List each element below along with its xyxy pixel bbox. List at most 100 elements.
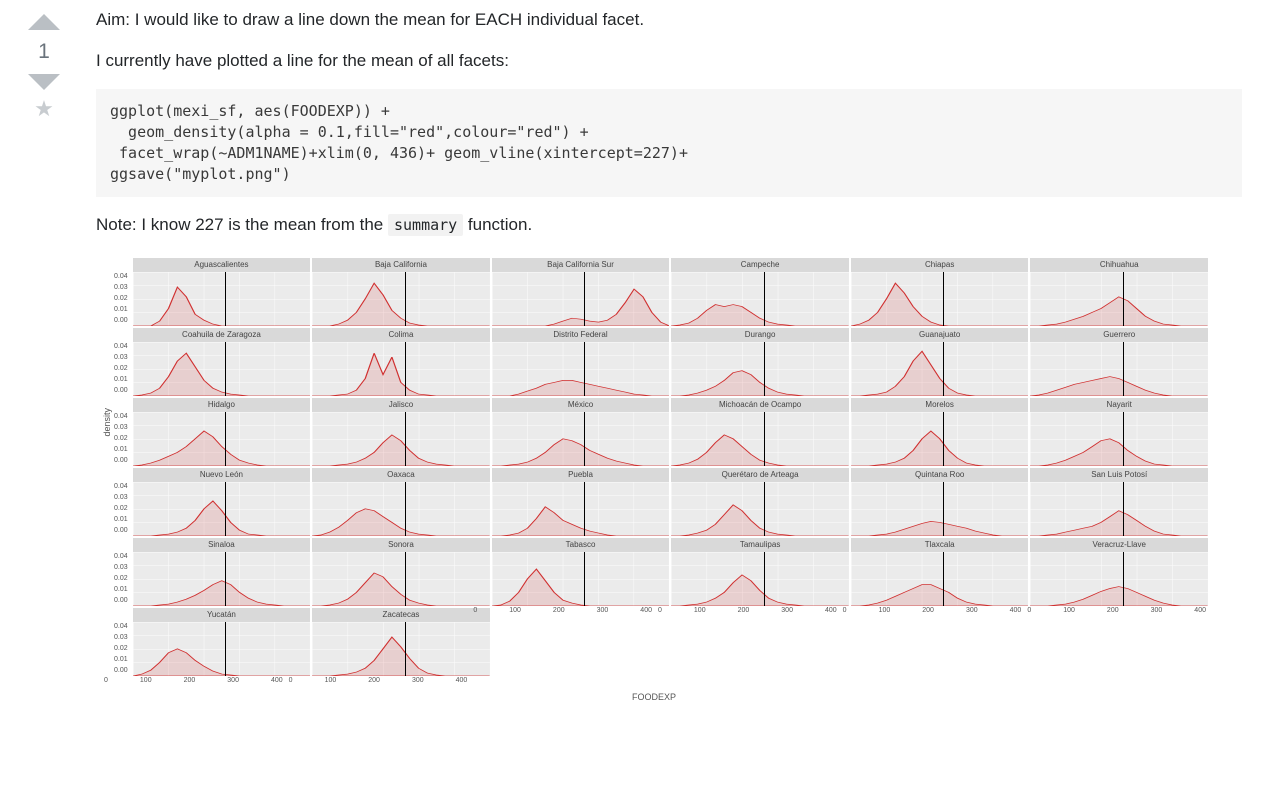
- facet-plot-image: density 0.040.030.020.010.00Aguascalient…: [96, 254, 1216, 706]
- mean-vline: [943, 412, 944, 466]
- x-ticks: 0100200300400: [656, 607, 839, 614]
- mean-vline: [943, 342, 944, 396]
- post-layout: 1 ★ Aim: I would like to draw a line dow…: [0, 0, 1280, 706]
- facet-title: Baja California: [312, 258, 490, 272]
- facet-title: Coahuila de Zaragoza: [133, 328, 311, 342]
- mean-vline: [764, 342, 765, 396]
- mean-vline: [584, 412, 585, 466]
- facet-title: Sonora: [312, 538, 490, 552]
- facet-panel: Baja California Sur: [492, 258, 670, 326]
- facet-title: San Luis Potosí: [1030, 468, 1208, 482]
- mean-vline: [584, 482, 585, 536]
- facet-title: Nayarit: [1030, 398, 1208, 412]
- x-ticks: 0100200300400: [841, 607, 1024, 614]
- facet-panel: Tabasco: [492, 538, 670, 606]
- x-axis-label: FOODEXP: [100, 692, 1208, 702]
- mean-vline: [584, 272, 585, 326]
- facet-title: Sinaloa: [133, 538, 311, 552]
- mean-vline: [1123, 552, 1124, 606]
- mean-vline: [225, 622, 226, 676]
- facet-panel: Quintana Roo: [851, 468, 1029, 536]
- note-prefix: Note: I know 227 is the mean from the: [96, 215, 388, 234]
- facet-panel: Distrito Federal: [492, 328, 670, 396]
- y-ticks: 0.040.030.020.010.00: [114, 398, 131, 466]
- mean-vline: [405, 342, 406, 396]
- facet-panel: Sonora: [312, 538, 490, 606]
- facet-panel: Guerrero: [1030, 328, 1208, 396]
- facet-panel: Hidalgo: [133, 398, 311, 466]
- downvote-button[interactable]: [28, 74, 60, 90]
- facet-panel: Michoacán de Ocampo: [671, 398, 849, 466]
- facet-title: Durango: [671, 328, 849, 342]
- facet-title: Chihuahua: [1030, 258, 1208, 272]
- facet-title: Puebla: [492, 468, 670, 482]
- y-ticks: 0.040.030.020.010.00: [114, 258, 131, 326]
- facet-panel: México: [492, 398, 670, 466]
- facet-title: Distrito Federal: [492, 328, 670, 342]
- facet-title: México: [492, 398, 670, 412]
- facet-panel: Yucatán: [133, 608, 311, 676]
- facet-panel: Oaxaca: [312, 468, 490, 536]
- intro-text: I currently have plotted a line for the …: [96, 49, 1242, 74]
- facet-panel: Nuevo León: [133, 468, 311, 536]
- facet-title: Guerrero: [1030, 328, 1208, 342]
- facet-title: Veracruz-Llave: [1030, 538, 1208, 552]
- note-suffix: function.: [463, 215, 532, 234]
- favorite-button[interactable]: ★: [34, 98, 54, 120]
- mean-vline: [225, 482, 226, 536]
- y-ticks: 0.040.030.020.010.00: [114, 538, 131, 606]
- facet-title: Guanajuato: [851, 328, 1029, 342]
- facet-title: Querétaro de Arteaga: [671, 468, 849, 482]
- mean-vline: [584, 342, 585, 396]
- facet-title: Tlaxcala: [851, 538, 1029, 552]
- facet-panel: Sinaloa: [133, 538, 311, 606]
- mean-vline: [1123, 482, 1124, 536]
- facet-panel: Baja California: [312, 258, 490, 326]
- facet-title: Quintana Roo: [851, 468, 1029, 482]
- facet-title: Morelos: [851, 398, 1029, 412]
- y-axis-label: density: [100, 406, 114, 439]
- y-ticks: 0.040.030.020.010.00: [114, 328, 131, 396]
- vote-column: 1 ★: [16, 8, 72, 706]
- facet-title: Nuevo León: [133, 468, 311, 482]
- facet-panel: Durango: [671, 328, 849, 396]
- code-block[interactable]: ggplot(mexi_sf, aes(FOODEXP)) + geom_den…: [96, 89, 1242, 197]
- facet-panel: Colima: [312, 328, 490, 396]
- mean-vline: [225, 342, 226, 396]
- y-ticks: 0.040.030.020.010.00: [114, 468, 131, 536]
- mean-vline: [1123, 272, 1124, 326]
- facet-panel: Chiapas: [851, 258, 1029, 326]
- x-ticks: 0100200300400: [287, 677, 470, 684]
- mean-vline: [225, 272, 226, 326]
- mean-vline: [405, 272, 406, 326]
- note-text: Note: I know 227 is the mean from the su…: [96, 213, 1242, 238]
- x-ticks: 0100200300400: [102, 677, 285, 684]
- facet-panel: Jalisco: [312, 398, 490, 466]
- mean-vline: [225, 412, 226, 466]
- mean-vline: [943, 552, 944, 606]
- mean-vline: [764, 482, 765, 536]
- upvote-button[interactable]: [28, 14, 60, 30]
- mean-vline: [584, 552, 585, 606]
- facet-panel: San Luis Potosí: [1030, 468, 1208, 536]
- facet-panel: Nayarit: [1030, 398, 1208, 466]
- mean-vline: [943, 482, 944, 536]
- post-body: Aim: I would like to draw a line down th…: [72, 8, 1242, 706]
- mean-vline: [943, 272, 944, 326]
- facet-panel: Tlaxcala: [851, 538, 1029, 606]
- facet-title: Michoacán de Ocampo: [671, 398, 849, 412]
- facet-title: Tamaulipas: [671, 538, 849, 552]
- facet-panel: Zacatecas: [312, 608, 490, 676]
- vote-count: 1: [38, 38, 50, 66]
- mean-vline: [405, 482, 406, 536]
- mean-vline: [405, 622, 406, 676]
- facet-panel: Chihuahua: [1030, 258, 1208, 326]
- facet-title: Colima: [312, 328, 490, 342]
- summary-code-inline: summary: [388, 214, 463, 236]
- mean-vline: [764, 412, 765, 466]
- x-ticks: 0100200300400: [1025, 607, 1208, 614]
- facet-title: Aguascalientes: [133, 258, 311, 272]
- facet-panel: Puebla: [492, 468, 670, 536]
- facet-title: Chiapas: [851, 258, 1029, 272]
- facet-title: Zacatecas: [312, 608, 490, 622]
